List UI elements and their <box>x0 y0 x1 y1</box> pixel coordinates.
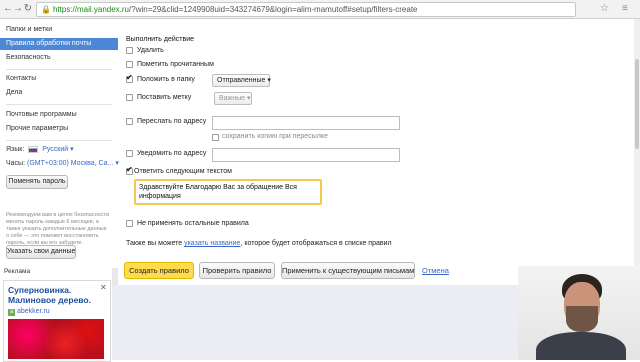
reload-icon[interactable]: ↻ <box>22 3 34 15</box>
specify-name-link[interactable]: указать название <box>184 240 240 247</box>
mark-read-label[interactable]: Пометить прочитанным <box>137 61 214 68</box>
sidebar-item-folders[interactable]: Папки и метки <box>0 24 118 36</box>
move-to-folder-label[interactable]: Положить в папку <box>137 76 195 83</box>
sidebar-divider <box>6 140 112 141</box>
url-path: /?win=29&clid=1249908uid=343274679&login… <box>129 5 418 14</box>
save-copy-label[interactable]: сохранить копию при пересылке <box>222 133 328 140</box>
name-hint-prefix: Также вы можете <box>126 240 183 247</box>
folder-select-value: Отправленные <box>217 77 266 84</box>
time-label: Часы: <box>6 160 26 167</box>
forward-label[interactable]: Переслать по адресу <box>137 118 206 125</box>
sidebar-divider <box>6 69 112 70</box>
no-other-rules-checkbox[interactable] <box>126 220 133 227</box>
url-host: https://mail.yandex.ru <box>52 5 130 14</box>
save-copy-checkbox[interactable] <box>212 134 219 141</box>
your-data-button[interactable]: Указать свои данные <box>6 245 76 259</box>
browser-menu-icon[interactable]: ≡ <box>622 3 628 15</box>
sidebar-item-contacts[interactable]: Контакты <box>0 73 118 85</box>
browser-toolbar: ← → ↻ 🔒 https://mail.yandex.ru/?win=29&cl… <box>0 0 640 19</box>
lock-icon: 🔒 <box>41 5 51 14</box>
close-icon[interactable]: ✕ <box>100 283 107 292</box>
folder-select[interactable]: Отправленные ▾ <box>212 74 271 87</box>
sidebar-item-tasks[interactable]: Дела <box>0 87 118 99</box>
notify-address-input[interactable] <box>212 148 400 162</box>
scrollbar-thumb[interactable] <box>635 59 639 149</box>
flag-icon <box>28 145 39 153</box>
delete-label[interactable]: Удалить <box>137 47 164 54</box>
raspberry-image[interactable] <box>8 319 104 359</box>
ad-site[interactable]: a abekker.ru <box>8 308 50 316</box>
presenter-beard <box>566 306 598 332</box>
check-rule-button[interactable]: Проверить правило <box>199 262 275 279</box>
section-title: Выполнить действие <box>126 36 195 43</box>
bookmark-star-icon[interactable]: ☆ <box>600 3 609 15</box>
label-select-value: Важные <box>219 95 246 102</box>
move-to-folder-checkbox[interactable] <box>126 73 133 83</box>
chevron-down-icon: ▾ <box>247 95 251 102</box>
delete-checkbox[interactable] <box>126 47 133 54</box>
reply-text-area[interactable]: Здравствуйте Благодарю Вас за обращение … <box>134 179 322 205</box>
reply-label[interactable]: Ответить следующим текстом <box>134 168 232 175</box>
time-setting: Часы: (GMT+03:00) Москва, Са... ▾ <box>6 159 119 167</box>
presenter-shirt <box>536 332 626 360</box>
mark-read-checkbox[interactable] <box>126 61 133 68</box>
reply-checkbox[interactable] <box>126 165 133 175</box>
notify-label[interactable]: Уведомить по адресу <box>137 150 206 157</box>
sidebar-item-mail-rules[interactable]: Правила обработки почты <box>0 38 118 50</box>
forward-address-input[interactable] <box>212 116 400 130</box>
timezone-select[interactable]: (GMT+03:00) Москва, Са... <box>27 160 113 167</box>
set-label-label[interactable]: Поставить метку <box>137 94 191 101</box>
notify-checkbox[interactable] <box>126 150 133 157</box>
chevron-down-icon: ▾ <box>70 146 74 153</box>
no-other-rules-label[interactable]: Не применять остальные правила <box>137 220 249 227</box>
sidebar-divider <box>6 104 112 105</box>
create-rule-button[interactable]: Создать правило <box>124 262 194 279</box>
change-password-button[interactable]: Поменять пароль <box>6 175 68 189</box>
ad-banner[interactable]: Суперновинка. Малиновое дерево. ✕ a abekk… <box>3 280 111 362</box>
password-recommendation: Рекомендуем вам в целях безопасности мен… <box>6 212 110 246</box>
set-label-checkbox[interactable] <box>126 94 133 101</box>
address-bar[interactable]: 🔒 https://mail.yandex.ru/?win=29&clid=124… <box>36 2 576 17</box>
site-favicon-icon: a <box>8 309 15 316</box>
sidebar-item-other-settings[interactable]: Прочие параметры <box>0 123 118 135</box>
ad-label: Реклама <box>4 268 31 275</box>
ad-site-link[interactable]: abekker.ru <box>17 308 50 315</box>
apply-existing-button[interactable]: Применить к существующим письмам <box>281 262 415 279</box>
sidebar-item-security[interactable]: Безопасность <box>0 52 118 64</box>
name-hint-suffix: , которое будет отображаться в списке пр… <box>240 240 392 247</box>
chevron-down-icon: ▾ <box>267 77 271 84</box>
cancel-link[interactable]: Отмена <box>422 266 449 275</box>
ad-block: Реклама Суперновинка. Малиновое дерево. … <box>0 268 112 362</box>
label-select[interactable]: Важные ▾ <box>214 92 252 105</box>
language-select[interactable]: Русский <box>42 146 68 153</box>
webcam-overlay <box>518 266 640 360</box>
ad-title[interactable]: Суперновинка. Малиновое дерево. <box>8 285 96 305</box>
sidebar-item-mail-programs[interactable]: Почтовые программы <box>0 109 118 121</box>
language-label: Язык: <box>6 146 25 153</box>
forward-checkbox[interactable] <box>126 118 133 125</box>
name-hint: Также вы можете указать название, которо… <box>126 240 392 247</box>
language-setting: Язык: Русский ▾ <box>6 145 74 153</box>
